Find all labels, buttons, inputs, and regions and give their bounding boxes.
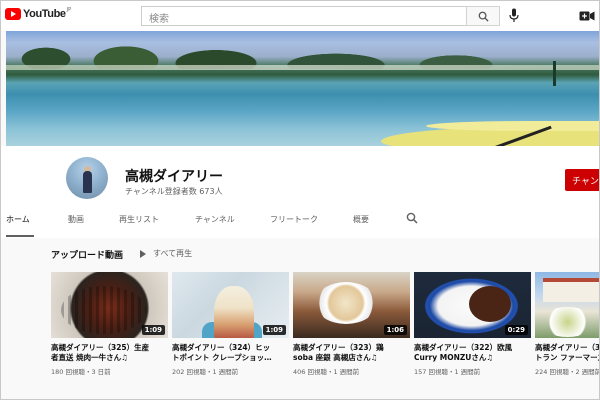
tab-free-talk[interactable]: フリートーク	[270, 214, 318, 225]
duration-badge: 1:09	[141, 325, 165, 335]
video-title[interactable]: 高槻ダイアリー（323）鶏 soba 座銀 高槻店さん♫	[293, 343, 410, 363]
channel-search-icon[interactable]	[406, 212, 418, 224]
video-card[interactable]: 1:09 高槻ダイアリー（324）ヒッ トポイント クレープショッ… 202 回…	[172, 272, 289, 376]
channel-banner	[6, 31, 599, 146]
video-meta: 406 回視聴・1 週間前	[293, 368, 360, 376]
video-title[interactable]: 高槻ダイアリー（325）生産 者直送 焼肉一牛さん♫	[51, 343, 168, 363]
video-card[interactable]: 1:06 高槻ダイアリー（323）鶏 soba 座銀 高槻店さん♫ 406 回視…	[293, 272, 410, 376]
youtube-logo[interactable]: YouTube JP	[5, 7, 72, 20]
play-all-button[interactable]: すべて再生	[140, 248, 192, 259]
thumbnail-curry	[469, 286, 511, 322]
duration-badge: 1:06	[383, 325, 407, 335]
video-thumbnail[interactable]: 1:09	[51, 272, 168, 338]
play-all-label: すべて再生	[153, 249, 193, 258]
uploads-shelf: アップロード動画 すべて再生 1:09 高槻ダイアリー（325）生産 者直送 焼…	[1, 238, 600, 399]
video-meta: 157 回視聴・1 週間前	[414, 368, 481, 376]
subscribe-button[interactable]: チャンネル登録	[565, 169, 599, 191]
search-input[interactable]: 検索	[141, 6, 466, 26]
youtube-window: YouTube JP 検索 高槻ダイアリー チャンネル登録者数 673人 チャン…	[0, 0, 600, 400]
logo-region: JP	[66, 7, 72, 13]
video-title[interactable]: 高槻ダイアリー（321） トラン ファーマーズ…	[535, 343, 599, 363]
search-icon	[478, 11, 489, 22]
thumbnail-bowl	[315, 282, 377, 324]
video-card[interactable]: 0:29 高槻ダイアリー（322）欧風 Curry MONZUさん♫ 157 回…	[414, 272, 531, 376]
tab-home[interactable]: ホーム	[6, 214, 30, 225]
avatar[interactable]	[66, 157, 108, 199]
thumbnail-crepe	[214, 286, 254, 338]
channel-header: 高槻ダイアリー チャンネル登録者数 673人 チャンネル登録 ホーム 動画 再生…	[1, 146, 599, 238]
video-card[interactable]: 1:09 高槻ダイアリー（325）生産 者直送 焼肉一牛さん♫ 180 回視聴・…	[51, 272, 168, 376]
video-thumbnail[interactable]	[535, 272, 599, 338]
video-meta: 202 回視聴・1 週間前	[172, 368, 239, 376]
search-button[interactable]	[466, 6, 500, 26]
video-card[interactable]: 高槻ダイアリー（321） トラン ファーマーズ… 224 回視聴・2 週間前	[535, 272, 600, 376]
youtube-play-icon	[5, 8, 21, 20]
thumbnail-dish	[540, 307, 595, 337]
thumbnail-building	[543, 278, 599, 302]
avatar-figure	[83, 171, 92, 193]
create-video-icon[interactable]	[579, 10, 595, 22]
masthead: YouTube JP 検索	[1, 1, 599, 31]
video-title[interactable]: 高槻ダイアリー（324）ヒッ トポイント クレープショッ…	[172, 343, 289, 363]
channel-tabs: ホーム 動画 再生リスト チャンネル フリートーク 概要	[1, 212, 599, 238]
banner-shore	[6, 65, 599, 70]
tab-about[interactable]: 概要	[353, 214, 369, 225]
microphone-icon[interactable]	[509, 8, 519, 24]
tab-videos[interactable]: 動画	[68, 214, 84, 225]
duration-badge: 1:09	[262, 325, 286, 335]
thumbnail-grill	[61, 286, 146, 334]
active-tab-indicator	[6, 235, 34, 237]
banner-buoy	[553, 61, 556, 86]
video-thumbnail[interactable]: 0:29	[414, 272, 531, 338]
tab-playlists[interactable]: 再生リスト	[119, 214, 159, 225]
video-title[interactable]: 高槻ダイアリー（322）欧風 Curry MONZUさん♫	[414, 343, 531, 363]
video-thumbnail[interactable]: 1:09	[172, 272, 289, 338]
play-icon	[140, 249, 146, 258]
shelf-title[interactable]: アップロード動画	[51, 248, 123, 261]
video-meta: 180 回視聴・3 日前	[51, 368, 111, 376]
channel-name: 高槻ダイアリー	[125, 169, 223, 185]
subscriber-count: チャンネル登録者数 673人	[125, 187, 223, 196]
duration-badge: 0:29	[504, 325, 528, 335]
logo-text: YouTube	[23, 8, 66, 20]
tab-channels[interactable]: チャンネル	[195, 214, 235, 225]
video-thumbnail[interactable]: 1:06	[293, 272, 410, 338]
video-meta: 224 回視聴・2 週間前	[535, 368, 600, 376]
